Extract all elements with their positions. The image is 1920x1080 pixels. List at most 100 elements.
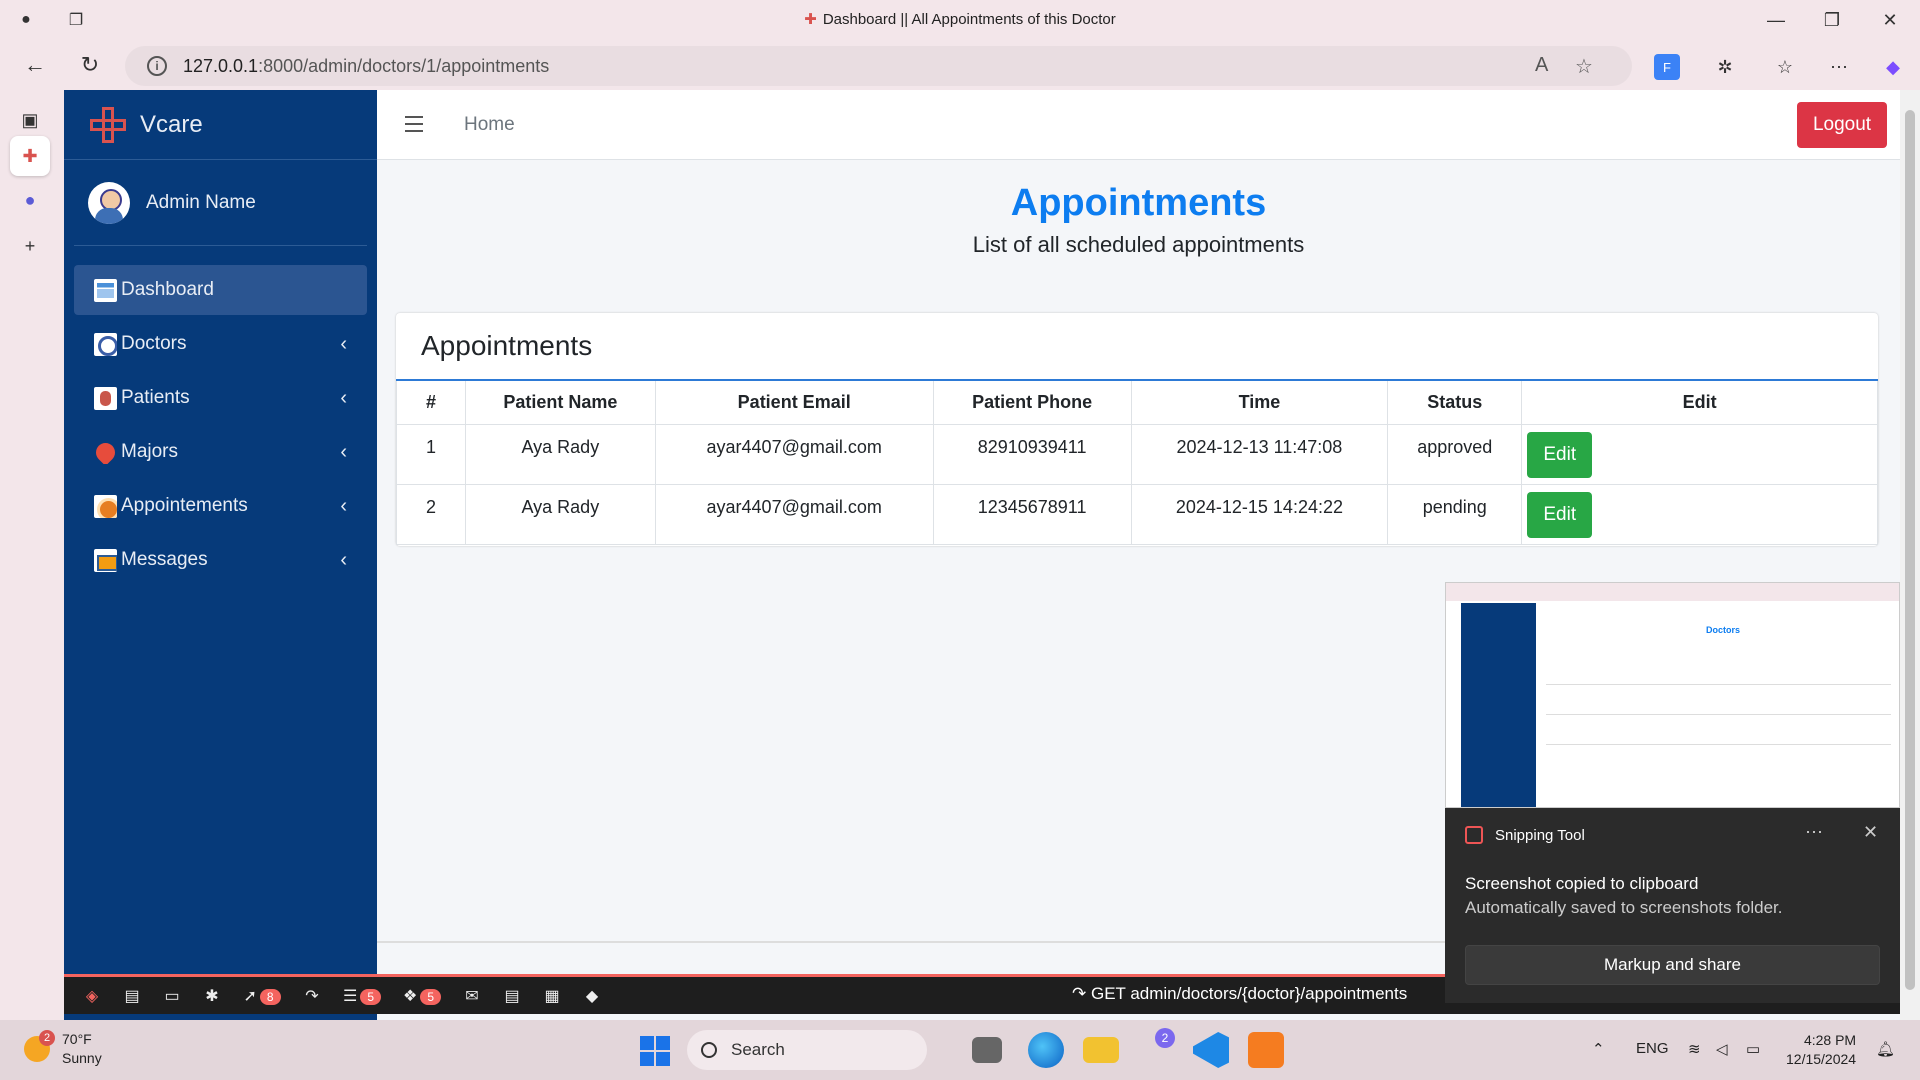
queries-tab-icon[interactable]: ☰ 5: [332, 986, 392, 1006]
tab-icon[interactable]: ●: [10, 180, 50, 220]
timeline-tab-icon[interactable]: ▭: [152, 986, 192, 1006]
temperature: 70°F: [62, 1031, 92, 1047]
table-row: 1 Aya Rady ayar4407@gmail.com 8291093941…: [396, 423, 1878, 485]
cross-logo-icon: [90, 106, 126, 143]
copilot-icon[interactable]: ◆: [1880, 54, 1906, 80]
edge-browser-icon[interactable]: [1028, 1032, 1064, 1068]
restore-button[interactable]: ❐: [1812, 6, 1852, 34]
more-options-icon[interactable]: ⋯: [1805, 822, 1823, 843]
vertical-tabs: ▣ ✚ ● +: [0, 90, 60, 1020]
toast-body: Automatically saved to screenshots folde…: [1465, 898, 1783, 917]
heart-pin-icon: [94, 441, 117, 464]
models-tab-icon[interactable]: ❖ 5: [392, 986, 452, 1006]
close-window-button[interactable]: ✕: [1870, 6, 1910, 34]
row-number: 1: [396, 423, 466, 485]
status: pending: [1387, 483, 1523, 545]
home-link[interactable]: Home: [464, 114, 515, 136]
edit-button[interactable]: Edit: [1527, 431, 1593, 478]
xampp-icon[interactable]: [1248, 1032, 1284, 1068]
extensions-puzzle-icon[interactable]: ✲: [1712, 54, 1738, 80]
more-menu-icon[interactable]: ⋯: [1826, 54, 1852, 80]
brand[interactable]: Vcare: [64, 90, 377, 160]
column-header: Patient Email: [654, 381, 934, 425]
preview-row: [1546, 661, 1891, 685]
chevron-left-icon: ‹: [340, 333, 347, 355]
chevron-left-icon: ‹: [340, 441, 347, 463]
language-indicator[interactable]: ENG: [1636, 1040, 1669, 1057]
patient-name: Aya Rady: [464, 423, 656, 485]
sidebar-item-appointements[interactable]: Appointements ‹: [74, 481, 367, 531]
brand-name: Vcare: [140, 110, 203, 138]
logout-button[interactable]: Logout: [1797, 102, 1887, 148]
sidebar-menu: Dashboard Doctors ‹ Patients ‹ Majors ‹ …: [74, 265, 367, 589]
refresh-icon[interactable]: ↻: [75, 50, 105, 80]
mails-tab-icon[interactable]: ✉: [452, 986, 492, 1006]
time: 4:28 PM: [1803, 1032, 1857, 1048]
site-info-icon[interactable]: i: [147, 56, 167, 76]
page-scrollbar[interactable]: [1900, 90, 1920, 1020]
top-navbar: Home Logout: [377, 90, 1900, 160]
favorites-icon[interactable]: ☆: [1772, 54, 1798, 80]
column-header: Patient Name: [464, 381, 656, 425]
minimize-button[interactable]: —: [1756, 6, 1796, 34]
session-tab-icon[interactable]: ▦: [532, 986, 572, 1006]
markup-and-share-button[interactable]: Markup and share: [1465, 945, 1880, 985]
route-tab-icon[interactable]: ↷: [292, 986, 332, 1006]
clock[interactable]: 4:28 PM 12/15/2024: [1786, 1031, 1856, 1069]
vscode-icon[interactable]: [1193, 1032, 1229, 1068]
extension-icon[interactable]: F: [1654, 54, 1680, 80]
close-icon[interactable]: ✕: [1863, 822, 1878, 843]
views-tab-icon[interactable]: ➚ 8: [232, 986, 292, 1006]
appointment-icon: [94, 494, 117, 518]
edit-button[interactable]: Edit: [1527, 491, 1593, 538]
patient-phone: 82910939411: [932, 423, 1132, 485]
appointments-card: Appointments # Patient Name Patient Emai…: [396, 313, 1878, 546]
favicon-icon: ✚: [804, 11, 817, 28]
weather-widget[interactable]: 2 70°F Sunny: [24, 1030, 102, 1068]
chevron-up-icon[interactable]: ⌃: [1592, 1040, 1605, 1058]
scrollbar-thumb[interactable]: [1905, 110, 1915, 990]
wifi-icon[interactable]: ≋: [1688, 1040, 1701, 1058]
taskbar-search[interactable]: Search: [687, 1030, 927, 1070]
sidebar-item-majors[interactable]: Majors ‹: [74, 427, 367, 477]
tab-actions-icon[interactable]: ▣: [10, 100, 50, 140]
notification-bell-icon[interactable]: 🔔︎: [1876, 1040, 1895, 1058]
user-panel[interactable]: Admin Name: [74, 161, 367, 246]
file-explorer-icon[interactable]: [1083, 1037, 1119, 1063]
laravel-logo-icon[interactable]: ◈: [72, 986, 112, 1006]
sidebar-item-messages[interactable]: Messages ‹: [74, 535, 367, 585]
address-bar[interactable]: i 127.0.0.1:8000/admin/doctors/1/appoint…: [125, 46, 1632, 86]
favorite-star-icon[interactable]: ☆: [1575, 54, 1593, 79]
battery-icon[interactable]: ▭: [1746, 1040, 1760, 1058]
task-view-icon[interactable]: [972, 1037, 1002, 1063]
taskbar: 2 70°F Sunny Search 2 ⌃ ENG ≋ ◁ ▭ 4:28 P…: [0, 1020, 1920, 1080]
hamburger-menu-icon[interactable]: [405, 116, 423, 132]
column-header: Patient Phone: [932, 381, 1132, 425]
sidebar-item-dashboard[interactable]: Dashboard: [74, 265, 367, 315]
back-icon[interactable]: ←: [20, 50, 50, 80]
volume-icon[interactable]: ◁: [1716, 1040, 1728, 1058]
row-number: 2: [396, 483, 466, 545]
sidebar-item-doctors[interactable]: Doctors ‹: [74, 319, 367, 369]
tab-title: ✚ Dashboard || All Appointments of this D…: [804, 11, 1116, 28]
table-header-row: # Patient Name Patient Email Patient Pho…: [396, 381, 1878, 425]
chevron-left-icon: ‹: [340, 387, 347, 409]
messages-tab-icon[interactable]: ▤: [112, 986, 152, 1006]
sidebar-item-patients[interactable]: Patients ‹: [74, 373, 367, 423]
models-badge: 5: [420, 988, 442, 1005]
exceptions-bug-icon[interactable]: ✱: [192, 986, 232, 1006]
read-aloud-icon[interactable]: A: [1535, 54, 1548, 77]
patient-email: ayar4407@gmail.com: [654, 483, 934, 545]
snipping-tool-toast: Snipping Tool ⋯ ✕ Screenshot copied to c…: [1445, 808, 1900, 1003]
new-tab-icon[interactable]: +: [10, 226, 50, 266]
queries-badge: 5: [360, 988, 382, 1005]
request-tab-icon[interactable]: ▤: [492, 986, 532, 1006]
appointment-time: 2024-12-13 11:47:08: [1130, 423, 1389, 485]
preview-titlebar: [1446, 583, 1899, 601]
active-tab-icon[interactable]: ✚: [10, 136, 50, 176]
screenshot-preview[interactable]: Doctors: [1445, 582, 1900, 808]
chevron-left-icon: ‹: [340, 495, 347, 517]
windows-start-icon[interactable]: [640, 1036, 670, 1066]
doctor-icon: [94, 332, 117, 356]
tags-tab-icon[interactable]: ◆: [572, 986, 612, 1006]
